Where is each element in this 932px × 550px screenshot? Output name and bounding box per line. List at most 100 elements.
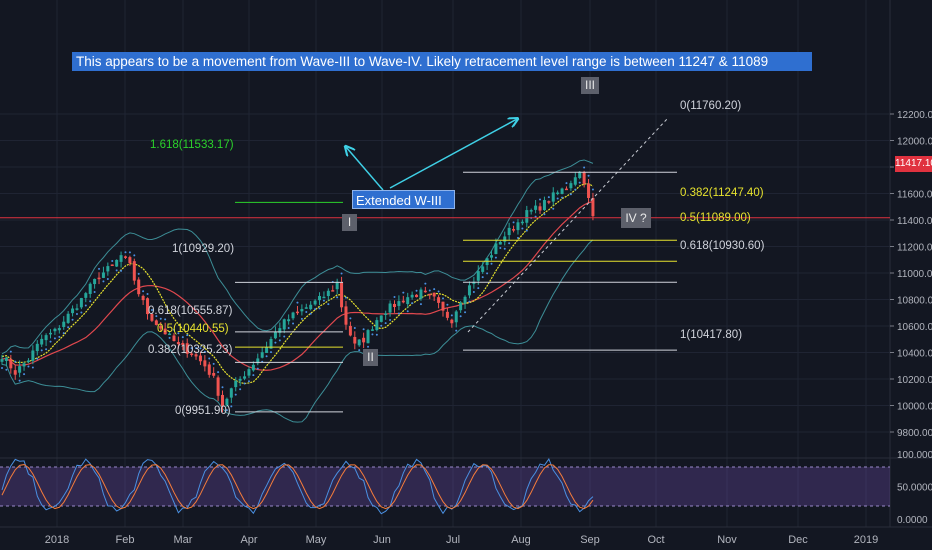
price-chart[interactable]: 12200.0012000.0011800.0011600.0011400.00…: [0, 0, 932, 550]
sar-dot: [424, 282, 427, 285]
bollinger-upper: [1, 159, 594, 355]
candle-body: [463, 296, 467, 304]
candle-body: [529, 210, 533, 212]
candle-body: [419, 289, 423, 299]
fib-left-1-label: 1(10929.20): [172, 243, 235, 255]
sar-dot: [521, 227, 524, 230]
sar-dot: [31, 366, 34, 369]
candle-body: [538, 206, 542, 211]
sar-dot: [159, 317, 162, 320]
sar-dot: [353, 326, 356, 329]
candle-body: [397, 301, 401, 306]
price-axis-label: 11600.00: [897, 190, 932, 201]
candle-body: [62, 321, 66, 327]
candle-body: [401, 300, 405, 303]
sar-dot: [340, 272, 343, 275]
candle-body: [481, 266, 485, 272]
time-axis-label: 2019: [854, 534, 878, 546]
candle-body: [379, 315, 383, 322]
candle-body: [569, 183, 573, 189]
candle-body: [128, 257, 132, 264]
candle-body: [366, 330, 370, 344]
osc-axis-label: 0.0000: [897, 515, 928, 526]
sar-dot: [389, 319, 392, 322]
price-axis-label: 12000.00: [897, 137, 932, 148]
sar-dot: [300, 317, 303, 320]
sar-dot: [124, 251, 127, 254]
candle-body: [392, 303, 396, 308]
stoch-band: [0, 467, 890, 506]
sar-dot: [142, 290, 145, 293]
time-axis-label: Dec: [788, 534, 808, 546]
current-price-badge: 11417.10: [895, 156, 932, 172]
sar-dot: [446, 303, 449, 306]
time-axis-label: Feb: [116, 534, 135, 546]
candle-body: [106, 266, 110, 272]
time-axis-label: Jul: [446, 534, 460, 546]
sar-dot: [23, 373, 26, 376]
candle-body: [66, 313, 70, 323]
candle-body: [304, 307, 308, 309]
candle-body: [582, 172, 586, 184]
candle-body: [388, 303, 392, 313]
osc-axis-label: 100.0000: [897, 450, 932, 461]
sar-dot: [587, 174, 590, 177]
candle-body: [357, 339, 361, 346]
sar-dot: [98, 267, 101, 270]
candle-body: [247, 369, 251, 376]
candle-body: [344, 306, 348, 325]
candle-body: [406, 297, 410, 305]
fib-left-618-label: 0.618(10555.87): [148, 305, 233, 317]
candle-body: [520, 221, 524, 224]
sar-dot: [252, 374, 255, 377]
fib-right-618-label: 0.618(10930.60): [680, 240, 765, 252]
sar-dot: [428, 289, 431, 292]
sar-dot: [591, 188, 594, 191]
sar-dot: [314, 308, 317, 311]
sar-dot: [552, 207, 555, 210]
candle-body: [172, 335, 176, 342]
sar-dot: [583, 166, 586, 169]
candle-body: [295, 311, 299, 314]
candle-body: [525, 210, 529, 223]
candle-body: [18, 366, 22, 373]
price-axis-label: 11400.00: [897, 216, 932, 227]
candle-body: [137, 279, 141, 295]
sar-dot: [468, 300, 471, 303]
sar-dot: [419, 303, 422, 306]
sar-dot: [318, 307, 321, 310]
candle-body: [445, 311, 449, 318]
sar-dot: [278, 339, 281, 342]
candle-body: [207, 364, 211, 375]
sar-dot: [270, 351, 273, 354]
sar-dot: [508, 242, 511, 245]
sar-dot: [380, 324, 383, 327]
sar-dot: [561, 196, 564, 199]
sar-dot: [499, 246, 502, 249]
sar-dot: [84, 304, 87, 307]
candle-body: [331, 290, 335, 292]
candle-body: [132, 261, 136, 281]
candle-body: [498, 241, 502, 245]
sar-dot: [243, 382, 246, 385]
candle-body: [123, 256, 127, 258]
sar-dot: [265, 355, 268, 358]
sar-dot: [146, 293, 149, 296]
candle-body: [503, 236, 507, 242]
candle-body: [467, 285, 471, 296]
candle-body: [370, 329, 374, 331]
sar-dot: [336, 296, 339, 299]
wave-label-1: I: [342, 214, 357, 231]
candle-body: [348, 325, 352, 336]
candle-body: [542, 200, 546, 211]
candle-body: [313, 300, 317, 305]
candle-body: [322, 296, 326, 299]
price-axis-label: 10200.00: [897, 375, 932, 386]
time-axis-label: Nov: [717, 534, 737, 546]
sar-dot: [217, 371, 220, 374]
sar-dot: [349, 317, 352, 320]
sar-dot: [164, 318, 167, 321]
sar-dot: [371, 333, 374, 336]
candle-body: [4, 357, 8, 361]
fib-right-382-label: 0.382(11247.40): [680, 187, 764, 199]
